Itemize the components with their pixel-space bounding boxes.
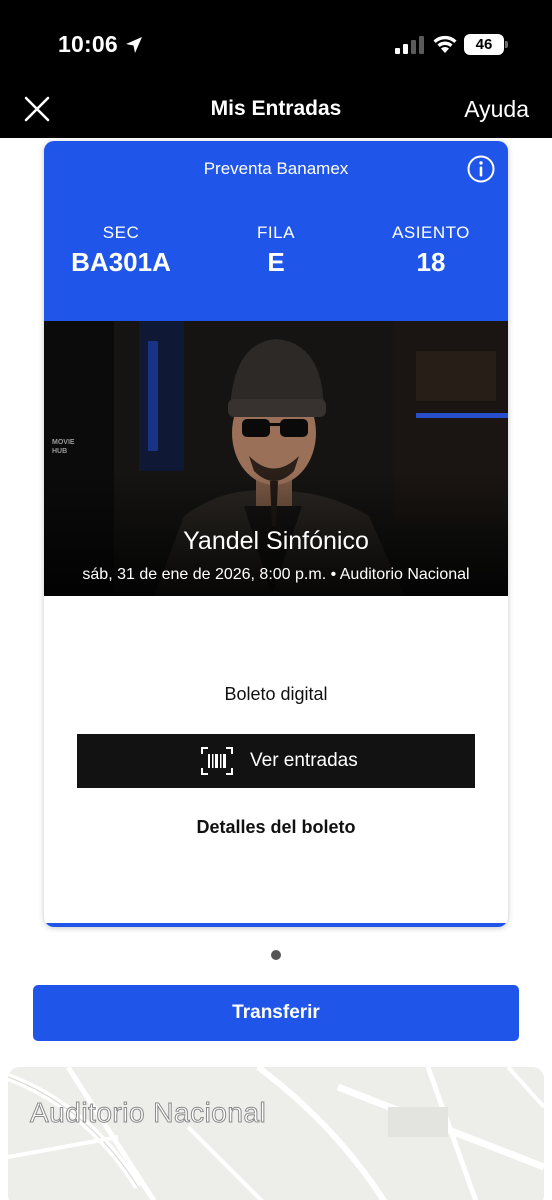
ticket-card: Preventa Banamex SEC BA301A FILA E ASIEN…: [44, 141, 508, 927]
barcode-scan-icon: [201, 747, 233, 775]
row-label: FILA: [257, 223, 295, 242]
row-value: E: [267, 247, 285, 277]
ticket-header: Preventa Banamex SEC BA301A FILA E ASIEN…: [44, 141, 508, 321]
digital-ticket-label: Boleto digital: [224, 684, 328, 704]
view-tickets-label: Ver entradas: [250, 750, 358, 771]
section-info: SEC BA301A: [56, 223, 186, 278]
battery-icon: 46: [464, 34, 504, 55]
nav-bar: Mis Entradas Ayuda: [0, 88, 552, 138]
page-indicator-dot: [271, 950, 281, 960]
event-details: sáb, 31 de ene de 2026, 8:00 p.m. • Audi…: [82, 566, 470, 583]
status-bar: 10:06 46: [0, 0, 552, 88]
event-title: Yandel Sinfónico: [183, 527, 369, 555]
help-link[interactable]: Ayuda: [464, 96, 529, 123]
seat-info: ASIENTO 18: [366, 223, 496, 278]
card-bottom-accent: [44, 923, 508, 927]
seat-label: ASIENTO: [392, 223, 470, 242]
map-venue-label: Auditorio Nacional: [29, 1097, 267, 1129]
ticket-details-link[interactable]: Detalles del boleto: [44, 817, 508, 838]
info-icon[interactable]: [466, 154, 496, 184]
battery-cap: [505, 41, 508, 48]
map-roads: [8, 1067, 544, 1200]
row-info: FILA E: [211, 223, 341, 278]
section-label: SEC: [102, 223, 140, 242]
view-tickets-button[interactable]: Ver entradas: [77, 734, 475, 788]
seat-value: 18: [416, 247, 446, 277]
location-arrow-icon: [126, 37, 142, 53]
transfer-button[interactable]: Transferir: [33, 985, 519, 1041]
event-image: MOVIE HUB Yandel Sinfónico sáb, 31 de en…: [44, 321, 508, 596]
section-value: BA301A: [71, 247, 171, 277]
presale-label: Preventa Banamex: [203, 159, 349, 178]
venue-map[interactable]: Auditorio Nacional: [8, 1067, 544, 1200]
status-time: 10:06: [58, 31, 118, 57]
wifi-icon: [433, 35, 457, 53]
cellular-signal-icon: [395, 36, 424, 54]
